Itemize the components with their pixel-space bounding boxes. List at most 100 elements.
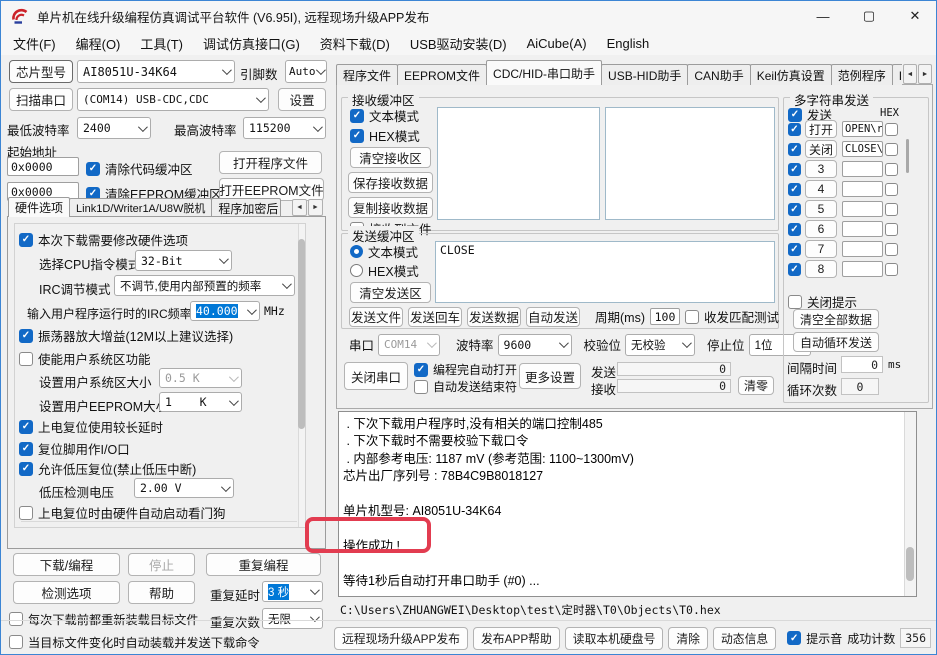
recv-text-mode-checkbox[interactable]: 文本模式 <box>350 106 419 125</box>
multi-row-send-button[interactable]: 6 <box>805 220 837 238</box>
multi-row-hex-checkbox[interactable] <box>885 223 898 236</box>
multi-row-value-input[interactable]: CLOSE\ <box>842 141 883 157</box>
period-input[interactable]: 100 <box>650 308 680 325</box>
menu-file[interactable]: 文件(F) <box>3 34 66 53</box>
reset-counters-button[interactable]: 清零 <box>738 376 774 395</box>
multi-row-value-input[interactable] <box>842 241 883 257</box>
menu-aicube[interactable]: AiCube(A) <box>517 36 597 51</box>
multi-row-enable-checkbox[interactable] <box>788 263 801 276</box>
cpu-mode-select[interactable]: 32-Bit <box>135 250 232 271</box>
watchdog-checkbox[interactable]: 上电复位时由硬件自动启动看门狗 <box>19 503 226 522</box>
match-test-checkbox[interactable]: 收发匹配测试 <box>685 307 779 326</box>
multi-row-enable-checkbox[interactable] <box>788 243 801 256</box>
chip-model-select[interactable]: AI8051U-34K64 <box>77 60 235 83</box>
auto-send-terminator-checkbox[interactable]: 自动发送结束符 <box>414 378 517 395</box>
tab-scroll-right-icon[interactable]: ► <box>918 64 932 84</box>
code-start-address-input[interactable]: 0x0000 <box>7 157 79 176</box>
tab-program-encrypt[interactable]: 程序加密后 <box>211 198 281 217</box>
copy-receive-button[interactable]: 复制接收数据 <box>348 197 433 218</box>
log-scrollbar-thumb[interactable] <box>906 547 914 581</box>
multi-row-value-input[interactable] <box>842 261 883 277</box>
osc-gain-checkbox[interactable]: 振荡器放大增益(12M以上建议选择) <box>19 326 233 345</box>
chip-model-button[interactable]: 芯片型号 <box>9 60 73 83</box>
multi-row-send-button[interactable]: 5 <box>805 200 837 218</box>
irc-mode-select[interactable]: 不调节,使用内部预置的频率 <box>114 275 295 296</box>
send-hex-mode-radio[interactable]: HEX模式 <box>350 261 419 280</box>
multi-row-send-button[interactable]: 关闭 <box>805 140 837 158</box>
clear-send-button[interactable]: 清空发送区 <box>350 282 431 303</box>
clear-button[interactable]: 清除 <box>668 627 708 650</box>
tab-program-file[interactable]: 程序文件 <box>336 64 398 85</box>
repeat-program-button[interactable]: 重复编程 <box>206 553 321 576</box>
send-text-mode-radio[interactable]: 文本模式 <box>350 242 418 261</box>
min-baud-select[interactable]: 2400 <box>77 117 151 139</box>
clear-all-data-button[interactable]: 清空全部数据 <box>793 309 879 329</box>
clear-receive-button[interactable]: 清空接收区 <box>350 147 431 168</box>
send-text-area[interactable]: CLOSE <box>435 241 775 303</box>
auto-loop-send-button[interactable]: 自动循环发送 <box>793 332 879 352</box>
send-data-button[interactable]: 发送数据 <box>467 307 521 327</box>
multi-row-enable-checkbox[interactable] <box>788 163 801 176</box>
multi-row-hex-checkbox[interactable] <box>885 163 898 176</box>
multi-row-send-button[interactable]: 8 <box>805 260 837 278</box>
pin-count-select[interactable]: Auto <box>285 60 327 83</box>
menu-debug-interface[interactable]: 调试仿真接口(G) <box>193 34 310 53</box>
remote-upgrade-publish-button[interactable]: 远程现场升级APP发布 <box>334 627 468 650</box>
multi-row-send-button[interactable]: 7 <box>805 240 837 258</box>
parity-combo[interactable]: 无校验 <box>625 334 695 356</box>
recv-hex-mode-checkbox[interactable]: HEX模式 <box>350 126 420 145</box>
lvd-select[interactable]: 2.00 V <box>134 478 234 498</box>
multi-row-value-input[interactable]: OPEN\r <box>842 121 883 137</box>
publish-app-help-button[interactable]: 发布APP帮助 <box>473 627 560 650</box>
multi-scrollbar-thumb[interactable] <box>906 139 909 173</box>
multi-row-value-input[interactable] <box>842 161 883 177</box>
multi-row-enable-checkbox[interactable] <box>788 143 801 156</box>
multi-row-enable-checkbox[interactable] <box>788 223 801 236</box>
close-serial-button[interactable]: 关闭串口 <box>344 362 408 390</box>
receive-hex-area[interactable] <box>605 107 775 220</box>
auto-send-button[interactable]: 自动发送 <box>526 307 580 327</box>
baud-combo[interactable]: 9600 <box>498 334 572 356</box>
hwtab-scroll-left-icon[interactable]: ◄ <box>292 199 307 216</box>
reload-target-checkbox[interactable]: 每次下载前都重新装载目标文件 <box>9 610 199 628</box>
options-scrollbar-thumb[interactable] <box>298 239 305 429</box>
tab-eeprom-file[interactable]: EEPROM文件 <box>397 64 487 85</box>
help-button[interactable]: 帮助 <box>128 581 195 604</box>
modify-hardware-checkbox[interactable]: 本次下载需要修改硬件选项 <box>19 230 188 249</box>
scan-port-button[interactable]: 扫描串口 <box>9 88 73 111</box>
multi-row-value-input[interactable] <box>842 201 883 217</box>
receive-text-area[interactable] <box>437 107 600 220</box>
menu-program[interactable]: 编程(O) <box>66 34 131 53</box>
repeat-delay-select[interactable]: 3 秒 <box>262 581 323 602</box>
tab-keil-sim-settings[interactable]: Keil仿真设置 <box>750 64 832 85</box>
download-program-button[interactable]: 下载/编程 <box>13 553 120 576</box>
serial-port-select[interactable]: (COM14) USB-CDC,CDC <box>77 88 269 111</box>
irc-freq-input[interactable]: 40.000 <box>190 301 260 321</box>
tab-hardware-options[interactable]: 硬件选项 <box>8 197 70 217</box>
menu-usb-driver[interactable]: USB驱动安装(D) <box>400 34 517 53</box>
multi-row-send-button[interactable]: 3 <box>805 160 837 178</box>
multi-row-hex-checkbox[interactable] <box>885 203 898 216</box>
multi-row-enable-checkbox[interactable] <box>788 183 801 196</box>
repeat-count-select[interactable]: 无限 <box>262 608 323 629</box>
multi-row-hex-checkbox[interactable] <box>885 143 898 156</box>
open-program-file-button[interactable]: 打开程序文件 <box>219 151 322 174</box>
tab-usb-hid-helper[interactable]: USB-HID助手 <box>601 64 688 85</box>
tab-offline-download[interactable]: Link1D/Writer1A/U8W脱机 <box>69 198 212 217</box>
read-disk-id-button[interactable]: 读取本机硬盘号 <box>565 627 664 650</box>
port-settings-button[interactable]: 设置 <box>278 88 326 111</box>
multi-row-enable-checkbox[interactable] <box>788 123 801 136</box>
multi-row-hex-checkbox[interactable] <box>885 263 898 276</box>
clear-code-buffer-checkbox[interactable]: 清除代码缓冲区 <box>86 159 193 178</box>
tab-sample-programs[interactable]: 范例程序 <box>831 64 893 85</box>
long-reset-delay-checkbox[interactable]: 上电复位使用较长延时 <box>19 417 163 436</box>
menu-tools[interactable]: 工具(T) <box>130 34 193 53</box>
multi-row-hex-checkbox[interactable] <box>885 243 898 256</box>
multi-row-value-input[interactable] <box>842 181 883 197</box>
multi-row-enable-checkbox[interactable] <box>788 203 801 216</box>
save-receive-button[interactable]: 保存接收数据 <box>348 172 433 193</box>
menu-english[interactable]: English <box>597 36 660 51</box>
tab-io-config[interactable]: I/O口配置 <box>892 64 902 85</box>
reset-pin-io-checkbox[interactable]: 复位脚用作I/O口 <box>19 439 130 458</box>
user-system-area-checkbox[interactable]: 使能用户系统区功能 <box>19 349 151 368</box>
